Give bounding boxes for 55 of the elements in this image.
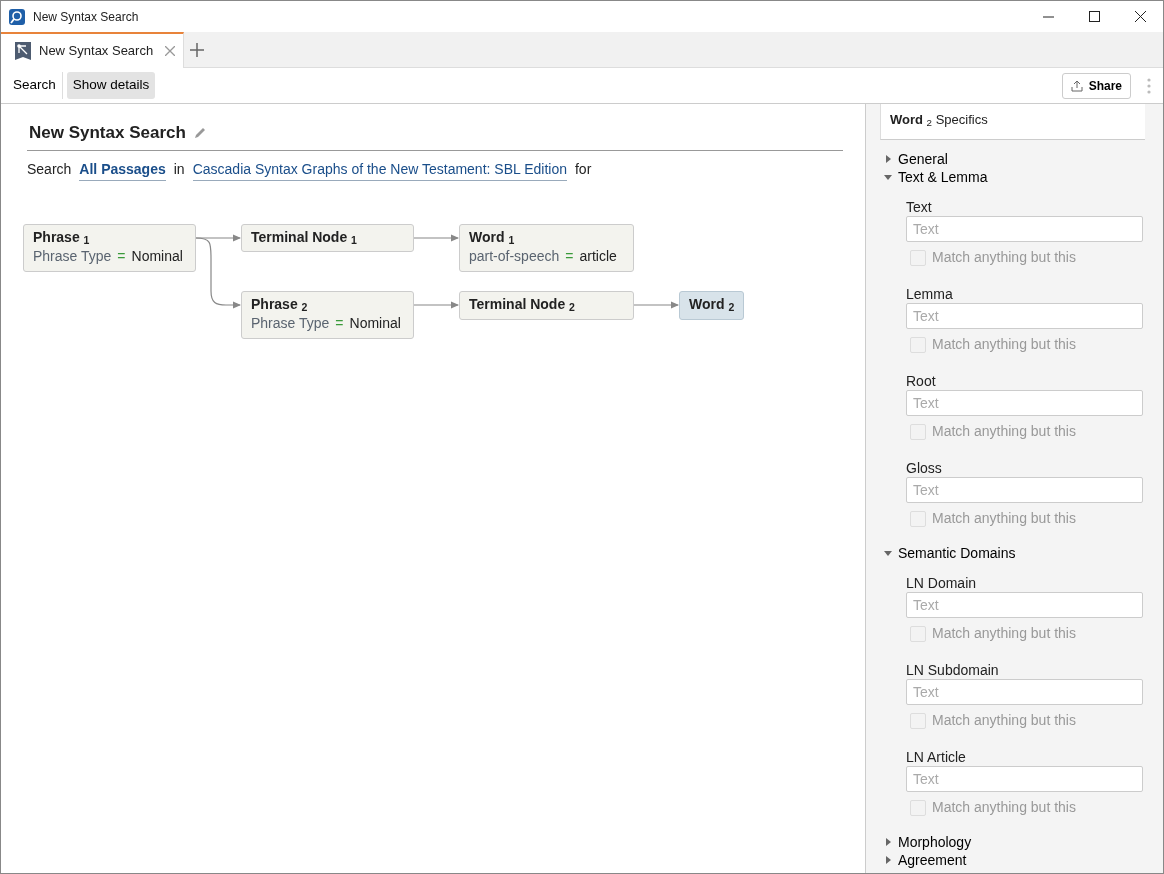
window-title: New Syntax Search	[33, 8, 139, 26]
graph-node[interactable]: Phrase $_{2}$ Phrase Type = Nominal	[241, 290, 414, 339]
scope-link[interactable]: Cascadia Syntax Graphs of the New Testament: SBL Edition	[192, 158, 567, 181]
graph-node[interactable]: Terminal Node $_{1}$	[241, 223, 414, 252]
checkbox-label: Match anything but this	[932, 624, 1076, 643]
graph-node[interactable]: Word $_{1}$ part-of-speech = article	[459, 223, 634, 272]
panel-title: Word $_{2}$ Specifics	[880, 104, 1145, 140]
search-title: New Syntax Search	[29, 122, 186, 144]
maximize-icon	[1088, 11, 1100, 22]
document-tab[interactable]: New Syntax Search	[1, 32, 184, 68]
checkbox-label: Match anything but this	[932, 798, 1076, 817]
tab-label: New Syntax Search	[39, 42, 155, 61]
section-header[interactable]: Semantic Domains	[884, 544, 1016, 562]
section-header[interactable]: Morphology	[884, 833, 972, 851]
caret-icon	[884, 549, 892, 557]
checkbox-label: Match anything but this	[932, 248, 1076, 267]
close-icon[interactable]	[165, 46, 175, 56]
checkbox-label: Match anything but this	[932, 335, 1076, 354]
caret-icon	[884, 856, 892, 864]
field-label: LN Subdomain	[906, 661, 1000, 679]
toolbar-button[interactable]: Show details	[66, 72, 156, 99]
sentence-text: in	[173, 159, 185, 179]
field-label: Root	[906, 372, 937, 390]
close-icon	[1134, 11, 1146, 22]
checkbox-label: Match anything but this	[932, 509, 1076, 528]
app-logo-icon	[9, 8, 25, 25]
sentence-text: Search	[27, 159, 72, 179]
plus-icon	[190, 42, 204, 57]
toolbar-button[interactable]: Search	[7, 72, 63, 99]
share-icon	[1070, 79, 1083, 92]
graph-icon	[15, 42, 31, 60]
scope-link[interactable]: All Passages	[79, 158, 166, 181]
section-header[interactable]: Text & Lemma	[884, 168, 988, 186]
field-label: Lemma	[906, 285, 954, 303]
caret-icon	[884, 173, 892, 181]
section-header[interactable]: Agreement	[884, 851, 967, 869]
caret-icon	[884, 838, 892, 846]
checkbox-label: Match anything but this	[932, 711, 1076, 730]
checkbox-label: Match anything but this	[932, 422, 1076, 441]
field-label: LN Domain	[906, 574, 978, 592]
field-label: Gloss	[906, 459, 943, 477]
section-header[interactable]: General	[884, 150, 948, 168]
connector-arrow	[413, 234, 459, 241]
connector-arrow	[413, 301, 459, 308]
field-label: LN Article	[906, 748, 967, 766]
graph-node[interactable]: Word $_{2}$	[679, 290, 744, 320]
pencil-icon[interactable]	[193, 126, 207, 140]
connector-arrow	[633, 301, 679, 308]
caret-icon	[884, 155, 892, 163]
share-button[interactable]: Share	[1061, 72, 1131, 99]
graph-node[interactable]: Phrase $_{1}$ Phrase Type = Nominal	[23, 223, 196, 272]
more-options-icon[interactable]	[1147, 77, 1151, 94]
sentence-text: for	[574, 159, 592, 179]
field-label: Text	[906, 198, 933, 216]
graph-node[interactable]: Terminal Node $_{2}$	[459, 290, 634, 320]
